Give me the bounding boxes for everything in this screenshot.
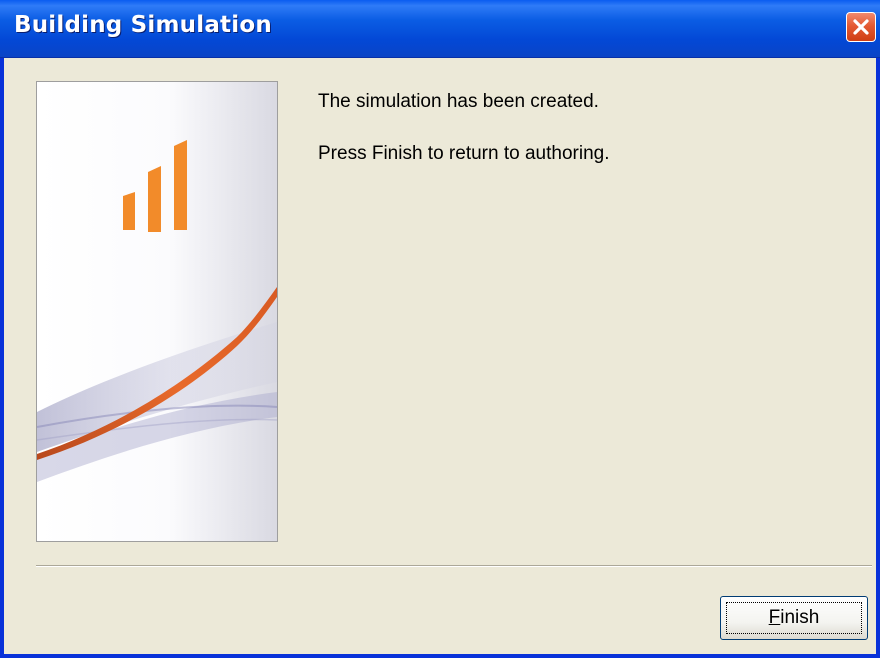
wizard-dialog: Building Simulation The simulation has b… bbox=[0, 0, 880, 658]
title-bar[interactable]: Building Simulation bbox=[0, 0, 880, 58]
finish-button[interactable]: Finish bbox=[720, 596, 868, 640]
button-separator bbox=[36, 565, 872, 567]
wizard-banner-image bbox=[36, 81, 278, 542]
close-icon bbox=[853, 19, 869, 35]
close-button[interactable] bbox=[846, 12, 876, 42]
dialog-title: Building Simulation bbox=[14, 12, 272, 38]
completion-message: The simulation has been created. bbox=[318, 91, 599, 112]
finish-button-label: Finish bbox=[768, 607, 820, 628]
instruction-message: Press Finish to return to authoring. bbox=[318, 143, 610, 164]
